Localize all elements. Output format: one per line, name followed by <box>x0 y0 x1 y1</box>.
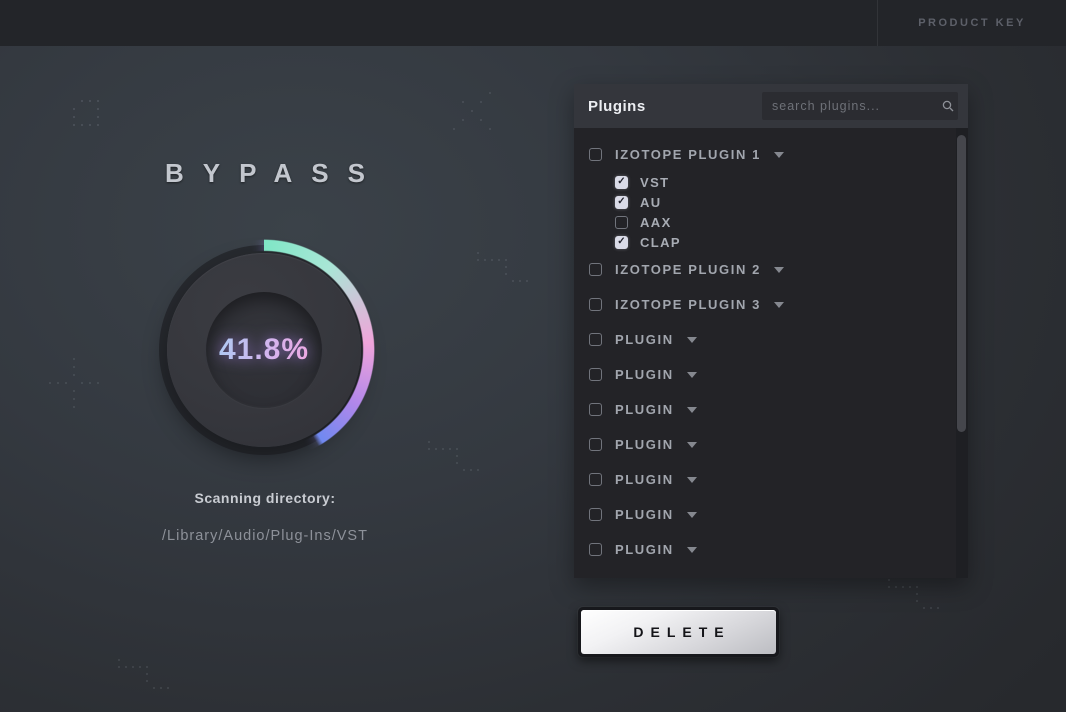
chevron-down-icon[interactable] <box>687 372 697 378</box>
progress-percent-text: 41.8% <box>219 333 309 367</box>
plugin-name: PLUGIN <box>615 542 674 557</box>
plugin-name: PLUGIN <box>615 402 674 417</box>
format-checkbox[interactable]: ✓ <box>615 176 628 189</box>
panel-title: Plugins <box>588 98 646 115</box>
plugin-checkbox[interactable] <box>589 438 602 451</box>
plugin-checkbox[interactable] <box>589 508 602 521</box>
scanning-directory-path: /Library/Audio/Plug-Ins/VST <box>0 528 530 544</box>
plugin-name: PLUGIN <box>615 332 674 347</box>
plugin-name: IZOTOPE PLUGIN 3 <box>615 297 761 312</box>
plugin-format-row[interactable]: AAX <box>615 212 968 232</box>
plugin-row[interactable]: IZOTOPE PLUGIN 1 <box>589 137 968 172</box>
chevron-down-icon[interactable] <box>774 267 784 273</box>
search-box[interactable] <box>762 92 958 120</box>
progress-ring: 41.8% <box>152 238 376 462</box>
plugin-name: PLUGIN <box>615 472 674 487</box>
format-name: AAX <box>640 215 672 230</box>
dotted-stair-decoration <box>477 245 479 247</box>
search-input[interactable] <box>762 92 937 120</box>
plugin-format-row[interactable]: ✓ AU <box>615 192 968 212</box>
plugin-row[interactable]: PLUGIN <box>589 427 968 462</box>
app-title: BYPASS <box>0 158 530 189</box>
plugin-name: IZOTOPE PLUGIN 2 <box>615 262 761 277</box>
format-name: AU <box>640 195 662 210</box>
plugin-checkbox[interactable] <box>589 403 602 416</box>
plugin-row[interactable]: PLUGIN <box>589 532 968 567</box>
format-checkbox[interactable]: ✓ <box>615 236 628 249</box>
plugin-checkbox[interactable] <box>589 333 602 346</box>
plugin-format-row[interactable]: ✓ CLAP <box>615 232 968 252</box>
progress-ring-center: 41.8% <box>206 292 322 408</box>
format-name: CLAP <box>640 235 681 250</box>
scrollbar-thumb[interactable] <box>957 135 966 432</box>
format-checkbox[interactable] <box>615 216 628 229</box>
chevron-down-icon[interactable] <box>774 152 784 158</box>
plugin-name: PLUGIN <box>615 507 674 522</box>
plugin-row[interactable]: PLUGIN <box>589 357 968 392</box>
plugin-row[interactable]: PLUGIN <box>589 322 968 357</box>
plugin-list: IZOTOPE PLUGIN 1 ✓ VST ✓ AU AAX ✓ CLAP IZOTOPE P… <box>574 128 968 578</box>
delete-button-face: DELETE <box>581 610 776 654</box>
chevron-down-icon[interactable] <box>774 302 784 308</box>
chevron-down-icon[interactable] <box>687 407 697 413</box>
dotted-stair-decoration <box>428 434 430 436</box>
plugin-checkbox[interactable] <box>589 543 602 556</box>
product-key-section[interactable]: PRODUCT KEY <box>877 0 1066 46</box>
plugin-name: PLUGIN <box>615 367 674 382</box>
scrollbar-track[interactable] <box>956 128 968 578</box>
scanning-directory-label: Scanning directory: <box>0 490 530 506</box>
plugin-format-row[interactable]: ✓ VST <box>615 172 968 192</box>
plugin-checkbox[interactable] <box>589 263 602 276</box>
format-checkbox[interactable]: ✓ <box>615 196 628 209</box>
delete-button[interactable]: DELETE <box>578 607 779 657</box>
plugin-row[interactable]: IZOTOPE PLUGIN 3 <box>589 287 968 322</box>
plugin-name: IZOTOPE PLUGIN 1 <box>615 147 761 162</box>
plugins-panel-header: Plugins <box>574 84 968 128</box>
product-key-link[interactable]: PRODUCT KEY <box>918 17 1026 29</box>
plugin-row[interactable]: PLUGIN <box>589 392 968 427</box>
plugin-row[interactable]: IZOTOPE PLUGIN 2 <box>589 252 968 287</box>
plugin-checkbox[interactable] <box>589 368 602 381</box>
plugins-panel: Plugins IZOTOPE PLUGIN 1✓VST✓AUAAX✓CLAPI… <box>574 84 968 578</box>
chevron-down-icon[interactable] <box>687 477 697 483</box>
dotted-square-decoration <box>73 100 75 102</box>
dotted-stair-decoration <box>118 652 120 654</box>
plugin-checkbox[interactable] <box>589 298 602 311</box>
chevron-down-icon[interactable] <box>687 512 697 518</box>
plugin-row[interactable]: PLUGIN <box>589 497 968 532</box>
delete-button-label: DELETE <box>626 624 730 640</box>
plugin-name: PLUGIN <box>615 437 674 452</box>
chevron-down-icon[interactable] <box>687 337 697 343</box>
chevron-down-icon[interactable] <box>687 547 697 553</box>
chevron-down-icon[interactable] <box>687 442 697 448</box>
plugin-checkbox[interactable] <box>589 148 602 161</box>
magnifier-icon[interactable] <box>937 100 958 112</box>
plugin-checkbox[interactable] <box>589 473 602 486</box>
dotted-plus-decoration <box>73 382 75 384</box>
dotted-x-decoration <box>453 92 455 94</box>
format-name: VST <box>640 175 669 190</box>
top-bar: PRODUCT KEY <box>0 0 1066 46</box>
plugin-row[interactable]: PLUGIN <box>589 462 968 497</box>
